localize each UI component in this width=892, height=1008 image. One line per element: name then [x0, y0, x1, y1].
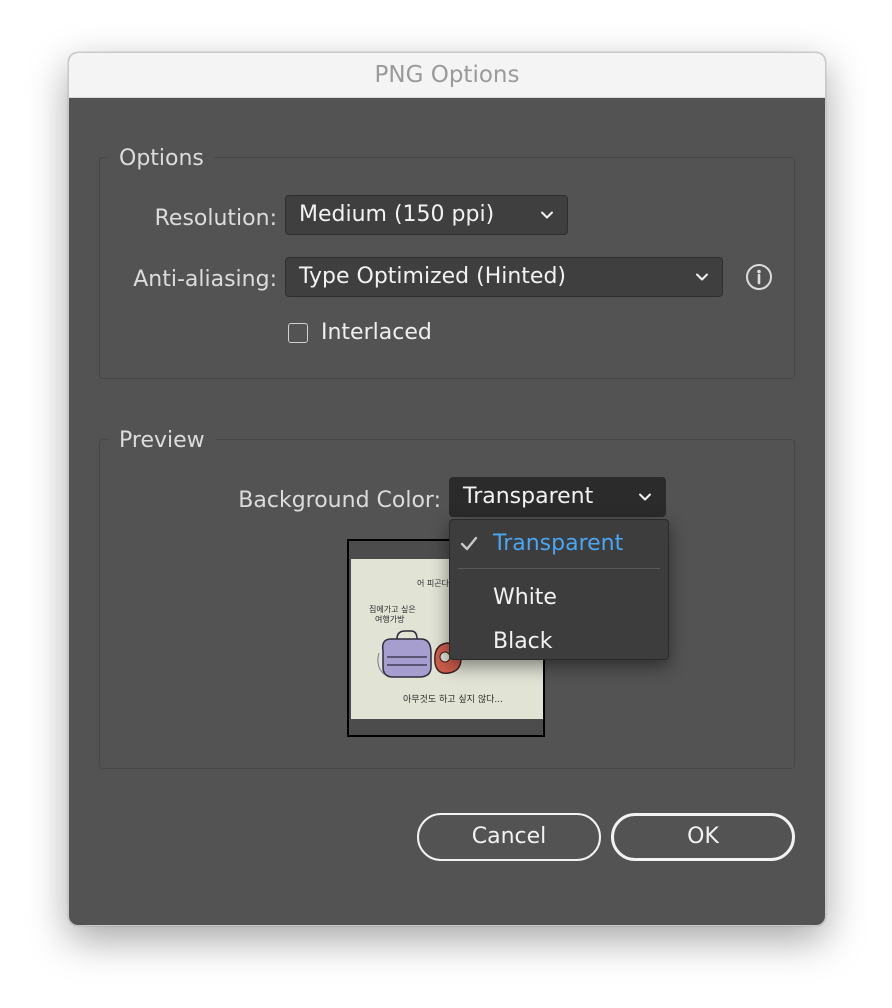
interlaced-label[interactable]: Interlaced [321, 319, 432, 347]
menu-separator [458, 568, 660, 569]
title-bar[interactable]: PNG Options [69, 53, 825, 98]
cancel-button[interactable]: Cancel [417, 813, 601, 861]
preview-text-top: 어 피곤다. [417, 579, 452, 588]
options-group-label: Options [109, 145, 214, 173]
menu-item-label: White [493, 585, 557, 610]
info-icon[interactable] [745, 263, 773, 291]
chevron-down-icon [639, 493, 651, 501]
chevron-down-icon [541, 211, 553, 219]
resolution-value: Medium (150 ppi) [299, 202, 495, 227]
menu-item-black[interactable]: Black [450, 622, 668, 662]
background-color-label: Background Color: [238, 488, 441, 513]
chevron-down-icon [696, 273, 708, 281]
suitcase-illustration [377, 630, 432, 678]
preview-caption: 아무것도 하고 싶지 않다... [403, 695, 503, 705]
ok-button[interactable]: OK [611, 813, 795, 861]
background-color-menu: Transparent White Black [449, 519, 669, 660]
anti-aliasing-label: Anti-aliasing: [133, 267, 277, 292]
anti-aliasing-value: Type Optimized (Hinted) [299, 264, 567, 289]
anti-aliasing-select[interactable]: Type Optimized (Hinted) [285, 257, 723, 297]
dialog-title: PNG Options [374, 62, 520, 88]
png-options-dialog: PNG Options Options Resolution: Medium (… [68, 52, 826, 926]
preview-text-left: 집에가고 싶은 [369, 605, 416, 614]
preview-text-left2: 여행가방 [375, 615, 405, 624]
menu-item-label: Transparent [493, 531, 624, 556]
resolution-label: Resolution: [154, 206, 277, 231]
menu-item-label: Black [493, 629, 553, 654]
background-color-select[interactable]: Transparent [449, 477, 666, 517]
resolution-select[interactable]: Medium (150 ppi) [285, 195, 568, 235]
menu-item-transparent[interactable]: Transparent [450, 524, 668, 564]
background-color-value: Transparent [463, 484, 594, 509]
preview-group-label: Preview [109, 427, 215, 455]
menu-item-white[interactable]: White [450, 578, 668, 618]
interlaced-checkbox[interactable] [288, 323, 308, 343]
checkmark-icon [460, 536, 478, 551]
